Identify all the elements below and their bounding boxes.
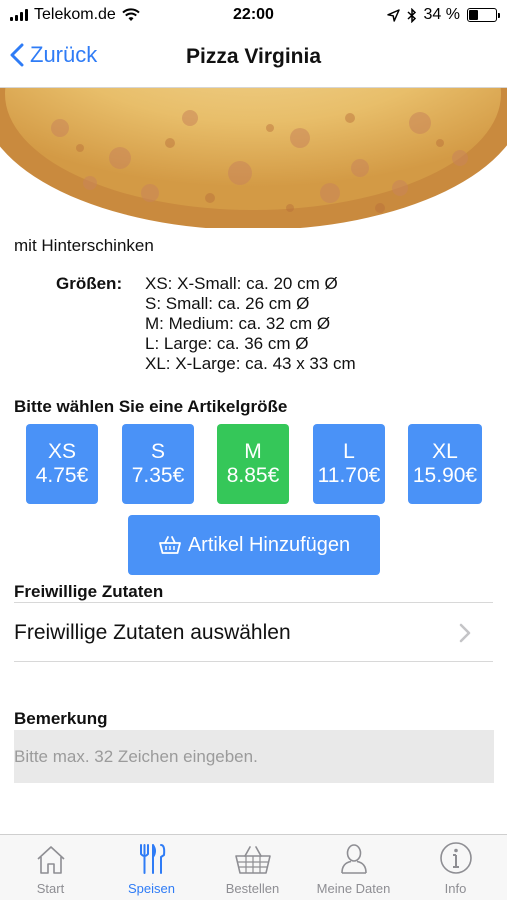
tab-speisen[interactable]: Speisen — [101, 835, 202, 900]
bluetooth-icon — [407, 7, 416, 23]
fork-knife-icon — [101, 835, 202, 877]
size-info-line: XS: X-Small: ca. 20 cm Ø — [145, 274, 338, 293]
size-name: M — [244, 440, 262, 463]
size-button-xl[interactable]: XL 15.90€ — [408, 424, 482, 504]
sizes-label: Größen: — [56, 274, 123, 293]
extras-select-label: Freiwillige Zutaten auswählen — [14, 620, 291, 644]
size-price: 4.75€ — [35, 464, 89, 487]
extras-heading: Freiwillige Zutaten — [14, 582, 164, 601]
page-title: Pizza Virginia — [186, 45, 321, 68]
size-info-line: XL: X-Large: ca. 43 x 33 cm — [145, 354, 356, 373]
size-name: XL — [432, 440, 458, 463]
size-price: 15.90€ — [412, 464, 478, 487]
tab-label: Info — [444, 881, 467, 896]
extras-select-row[interactable]: Freiwillige Zutaten auswählen — [14, 603, 493, 662]
pizza-image — [0, 88, 507, 228]
tab-label: Bestellen — [225, 881, 280, 896]
tab-bestellen[interactable]: Bestellen — [202, 835, 303, 900]
size-info-line: M: Medium: ca. 32 cm Ø — [145, 314, 331, 333]
tab-info[interactable]: Info — [404, 835, 507, 900]
size-name: L — [343, 440, 355, 463]
product-description: mit Hinterschinken — [14, 236, 154, 255]
tab-meine-daten[interactable]: Meine Daten — [303, 835, 404, 900]
info-icon — [404, 835, 507, 877]
basket-icon — [202, 835, 303, 877]
size-name: S — [150, 440, 165, 463]
chevron-right-icon — [459, 623, 471, 642]
status-right: 34 % — [386, 6, 500, 24]
remark-heading: Bemerkung — [14, 709, 108, 728]
size-price: 8.85€ — [226, 464, 280, 487]
tab-label: Start — [36, 881, 65, 896]
status-bar: Telekom.de 22:00 34 % — [0, 0, 507, 30]
tab-label: Meine Daten — [316, 881, 391, 896]
basket-icon — [158, 536, 181, 554]
person-icon — [303, 835, 404, 877]
battery-percent: 34 % — [423, 6, 460, 23]
size-info: Größen: XS: X-Small: ca. 20 cm Ø S: Smal… — [56, 274, 356, 374]
size-info-line: S: Small: ca. 26 cm Ø — [145, 294, 310, 313]
size-selection-heading: Bitte wählen Sie eine Artikelgröße — [14, 397, 288, 416]
size-info-line: L: Large: ca. 36 cm Ø — [145, 334, 309, 353]
add-item-label: Artikel Hinzufügen — [187, 533, 351, 556]
size-name: XS — [47, 440, 76, 463]
size-button-l[interactable]: L 11.70€ — [313, 424, 385, 504]
size-button-s[interactable]: S 7.35€ — [122, 424, 194, 504]
tab-start[interactable]: Start — [0, 835, 101, 900]
size-price: 7.35€ — [131, 464, 185, 487]
add-item-button[interactable]: Artikel Hinzufügen — [128, 515, 380, 575]
divider — [14, 661, 493, 662]
battery-icon — [467, 8, 500, 22]
remark-input[interactable] — [14, 730, 494, 783]
size-button-m[interactable]: M 8.85€ — [217, 424, 289, 504]
tab-label: Speisen — [128, 881, 175, 896]
size-button-xs[interactable]: XS 4.75€ — [26, 424, 98, 504]
size-price: 11.70€ — [317, 464, 381, 487]
tab-bar: Start Speisen Bestellen Meine Daten Info — [0, 834, 507, 900]
home-icon — [0, 835, 101, 877]
location-arrow-icon — [386, 8, 400, 22]
navigation-bar: Zurück Pizza Virginia — [0, 30, 507, 88]
size-info-list: XS: X-Small: ca. 20 cm Ø S: Small: ca. 2… — [145, 274, 356, 374]
